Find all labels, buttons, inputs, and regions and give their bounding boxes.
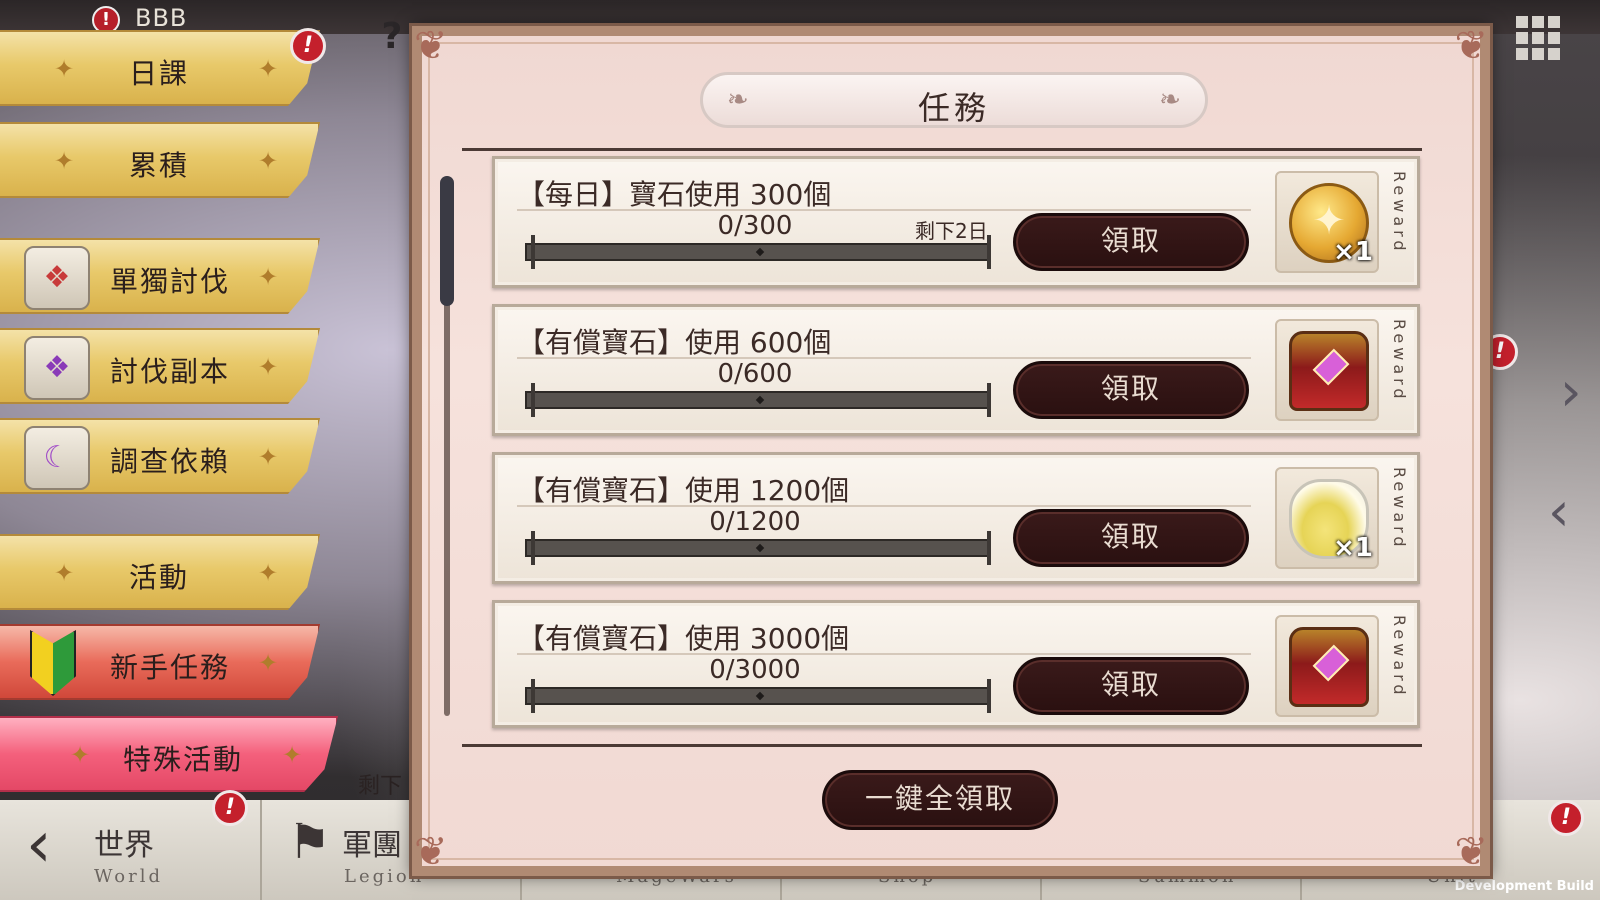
ornament-icon: ✦ — [258, 263, 279, 291]
ornament-icon: ✦ — [258, 649, 279, 677]
ornament-icon: ✦ — [258, 147, 279, 175]
progress-bar-cap — [531, 531, 535, 565]
quest-progress-text: 0/600 — [717, 359, 793, 389]
menu-item-event[interactable]: ✦ 活動 ✦ — [0, 534, 320, 610]
progress-bar-cap — [531, 235, 535, 269]
corner-ornament-icon: ❦ — [414, 23, 448, 69]
menu-item-daily[interactable]: ✦ 日課 ✦ — [0, 30, 320, 106]
remaining-time-label: 剩下 — [358, 774, 403, 799]
reward-box[interactable] — [1275, 319, 1379, 421]
help-icon[interactable]: ? — [372, 14, 412, 60]
back-arrow-icon[interactable]: ‹ — [26, 808, 52, 882]
reward-box[interactable]: ×1 — [1275, 467, 1379, 569]
quest-title: 【每日】寶石使用 300個 — [517, 178, 832, 211]
title-ornament-icon: ❧ — [1159, 85, 1181, 115]
username: BBB — [135, 4, 188, 32]
quest-item: 【有償寶石】使用 3000個 0/3000 領取 Reward — [492, 600, 1420, 728]
quest-remaining-time: 剩下2日 — [915, 219, 988, 243]
reward-box[interactable] — [1275, 615, 1379, 717]
menu-item-investigation[interactable]: ☾ 調查依賴 ✦ — [0, 418, 320, 494]
menu-item-beginner-quest[interactable]: 新手任務 ✦ — [0, 624, 320, 700]
unit-alert-badge: ! — [1548, 800, 1584, 836]
progress-bar-cap — [987, 679, 991, 713]
treasure-chest-icon — [1289, 331, 1369, 411]
quest-item: 【有償寶石】使用 1200個 0/1200 領取 ×1 Reward — [492, 452, 1420, 584]
quest-title: 【有償寶石】使用 3000個 — [517, 622, 850, 655]
reward-box[interactable]: ×1 — [1275, 171, 1379, 273]
flag-icon: ⚑ — [288, 814, 332, 870]
nav-tab-label: 軍團 — [342, 828, 402, 863]
quest-progress-text: 0/1200 — [709, 507, 801, 537]
nav-tab-label: 世界 — [94, 828, 154, 863]
claim-button[interactable]: 領取 — [1013, 657, 1249, 715]
quest-item: 【每日】寶石使用 300個 0/300 剩下2日 領取 ×1 Reward — [492, 156, 1420, 288]
dev-build-label: Development Build — [1454, 879, 1594, 894]
reward-label: Reward — [1390, 467, 1409, 551]
claim-button[interactable]: 領取 — [1013, 509, 1249, 567]
claim-button[interactable]: 領取 — [1013, 361, 1249, 419]
ornament-icon: ✦ — [258, 55, 279, 83]
progress-bar-cap — [531, 679, 535, 713]
menu-item-special-event[interactable]: ✦ 特殊活動 ✦ — [0, 716, 338, 792]
quest-title: 【有償寶石】使用 600個 — [517, 326, 832, 359]
quest-title: 【有償寶石】使用 1200個 — [517, 474, 850, 507]
menu-item-raid-dungeon[interactable]: ❖ 討伐副本 ✦ — [0, 328, 320, 404]
menu-item-solo-raid[interactable]: ❖ 單獨討伐 ✦ — [0, 238, 320, 314]
scrollbar-thumb[interactable] — [440, 176, 454, 306]
progress-bar-cap — [531, 383, 535, 417]
quest-progress-text: 0/3000 — [709, 655, 801, 685]
dialog-title: 任務 — [917, 89, 990, 127]
chevron-left-icon[interactable]: ‹ — [1548, 480, 1570, 543]
ornament-icon: ✦ — [282, 741, 303, 769]
ornament-icon: ✦ — [258, 443, 279, 471]
chevron-right-icon[interactable]: › — [1560, 360, 1582, 423]
user-alert-badge[interactable]: ! — [92, 6, 120, 34]
nav-tab-sublabel: World — [94, 866, 163, 887]
title-plate: ❧ 任務 ❧ — [700, 72, 1208, 128]
reward-quantity: ×1 — [1333, 533, 1373, 563]
world-alert-badge: ! — [212, 790, 248, 826]
quest-dialog: ❦ ❦ ❦ ❦ ❧ 任務 ❧ 【每日】寶石使用 300個 0/300 剩下2日 … — [409, 23, 1493, 879]
reward-label: Reward — [1390, 615, 1409, 699]
ornament-icon: ✦ — [258, 353, 279, 381]
progress-bar-cap — [987, 235, 991, 269]
corner-ornament-icon: ❦ — [1454, 829, 1488, 875]
quest-item: 【有償寶石】使用 600個 0/600 領取 Reward — [492, 304, 1420, 436]
reward-quantity: ×1 — [1333, 237, 1373, 267]
corner-ornament-icon: ❦ — [1454, 23, 1488, 69]
reward-label: Reward — [1390, 171, 1409, 255]
progress-bar-cap — [987, 383, 991, 417]
corner-ornament-icon: ❦ — [414, 829, 448, 875]
claim-all-button[interactable]: 一鍵全領取 — [822, 770, 1058, 830]
claim-button[interactable]: 領取 — [1013, 213, 1249, 271]
treasure-chest-icon — [1289, 627, 1369, 707]
alert-badge: ! — [290, 28, 326, 64]
progress-bar-cap — [987, 531, 991, 565]
ornament-icon: ✦ — [258, 559, 279, 587]
divider — [462, 148, 1422, 151]
grid-menu-icon[interactable] — [1516, 16, 1560, 60]
divider — [462, 744, 1422, 747]
reward-label: Reward — [1390, 319, 1409, 403]
menu-item-cumulative[interactable]: ✦ 累積 ✦ — [0, 122, 320, 198]
